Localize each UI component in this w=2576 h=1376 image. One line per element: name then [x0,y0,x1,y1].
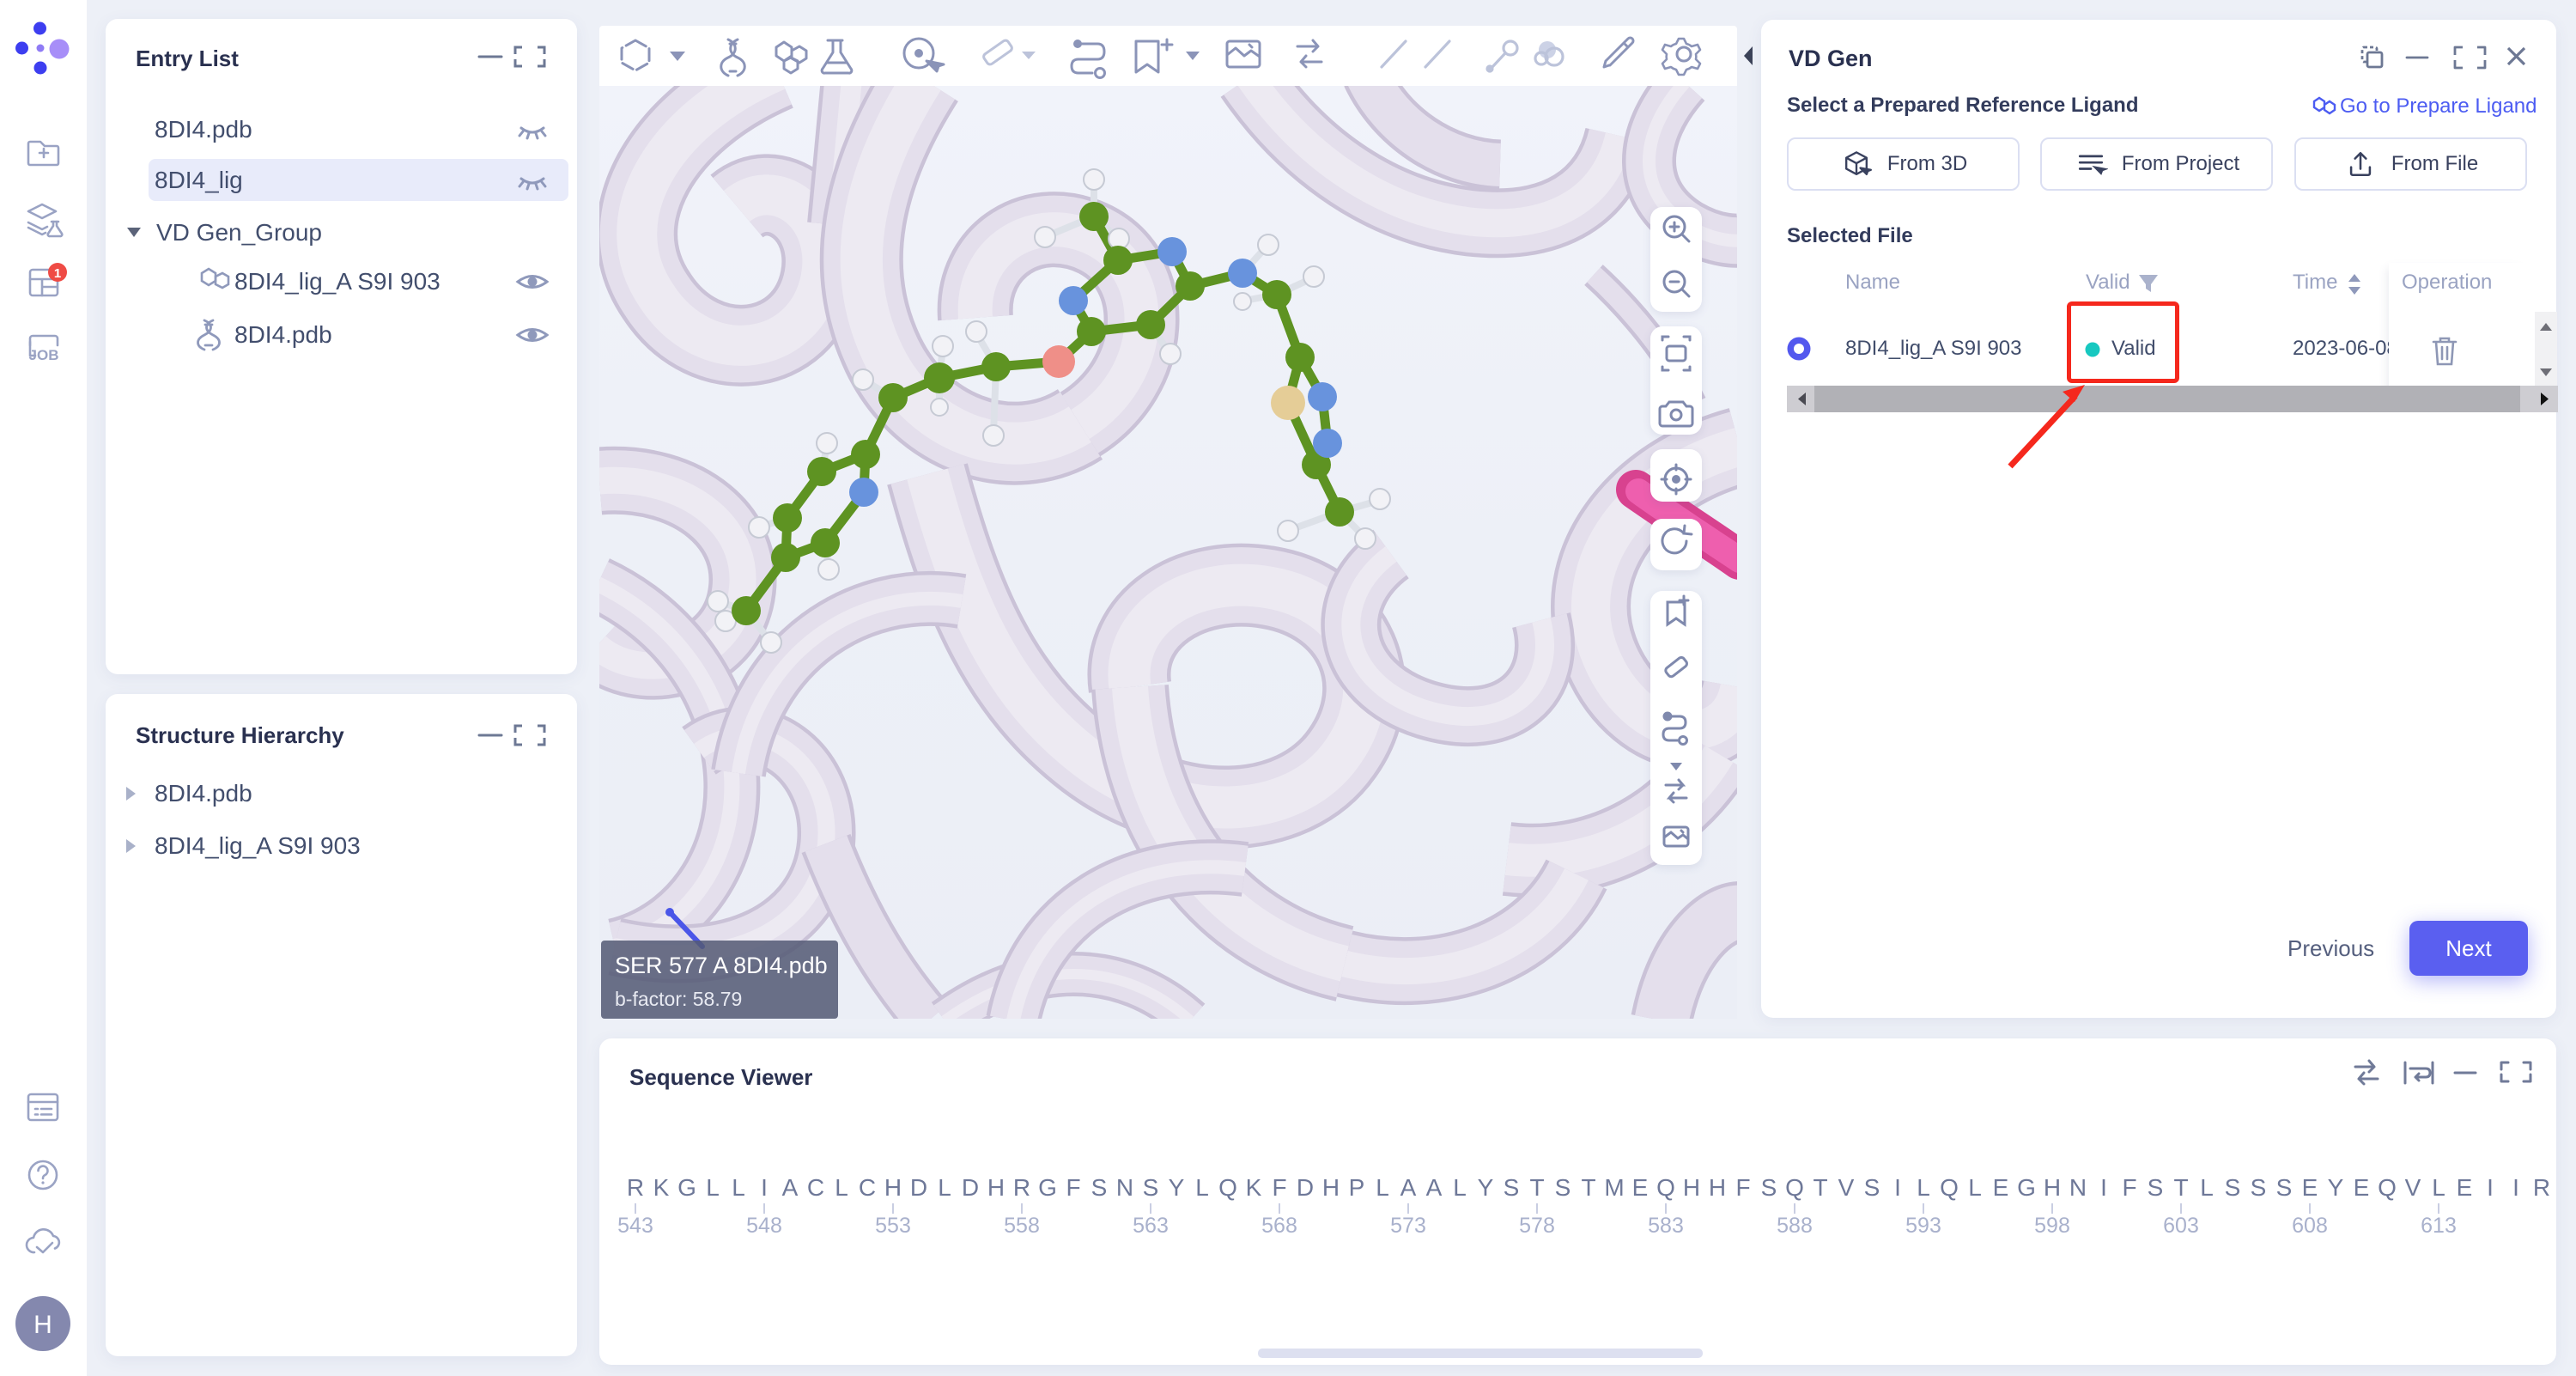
svg-text:1: 1 [54,266,61,281]
svg-text:598: 598 [2034,1214,2070,1238]
svg-text:588: 588 [1777,1214,1813,1238]
svg-text:548: 548 [746,1214,782,1238]
svg-text:H: H [33,1311,52,1339]
svg-text:593: 593 [1905,1214,1941,1238]
svg-text:603: 603 [2163,1214,2199,1238]
svg-text:543: 543 [617,1214,653,1238]
svg-text:573: 573 [1390,1214,1426,1238]
svg-text:608: 608 [2292,1214,2328,1238]
svg-text:583: 583 [1648,1214,1684,1238]
svg-text:553: 553 [875,1214,911,1238]
svg-text:613: 613 [2421,1214,2457,1238]
svg-text:563: 563 [1133,1214,1169,1238]
svg-text:578: 578 [1519,1214,1555,1238]
svg-text:558: 558 [1004,1214,1040,1238]
svg-text:568: 568 [1261,1214,1297,1238]
svg-text:JOB: JOB [29,347,59,363]
svg-text:RKGLLIACLCHDLDHRGFSNSYLQKFDHPL: RKGLLIACLCHDLDHRGFSNSYLQKFDHPLAALYSTSTME… [627,1174,2550,1201]
